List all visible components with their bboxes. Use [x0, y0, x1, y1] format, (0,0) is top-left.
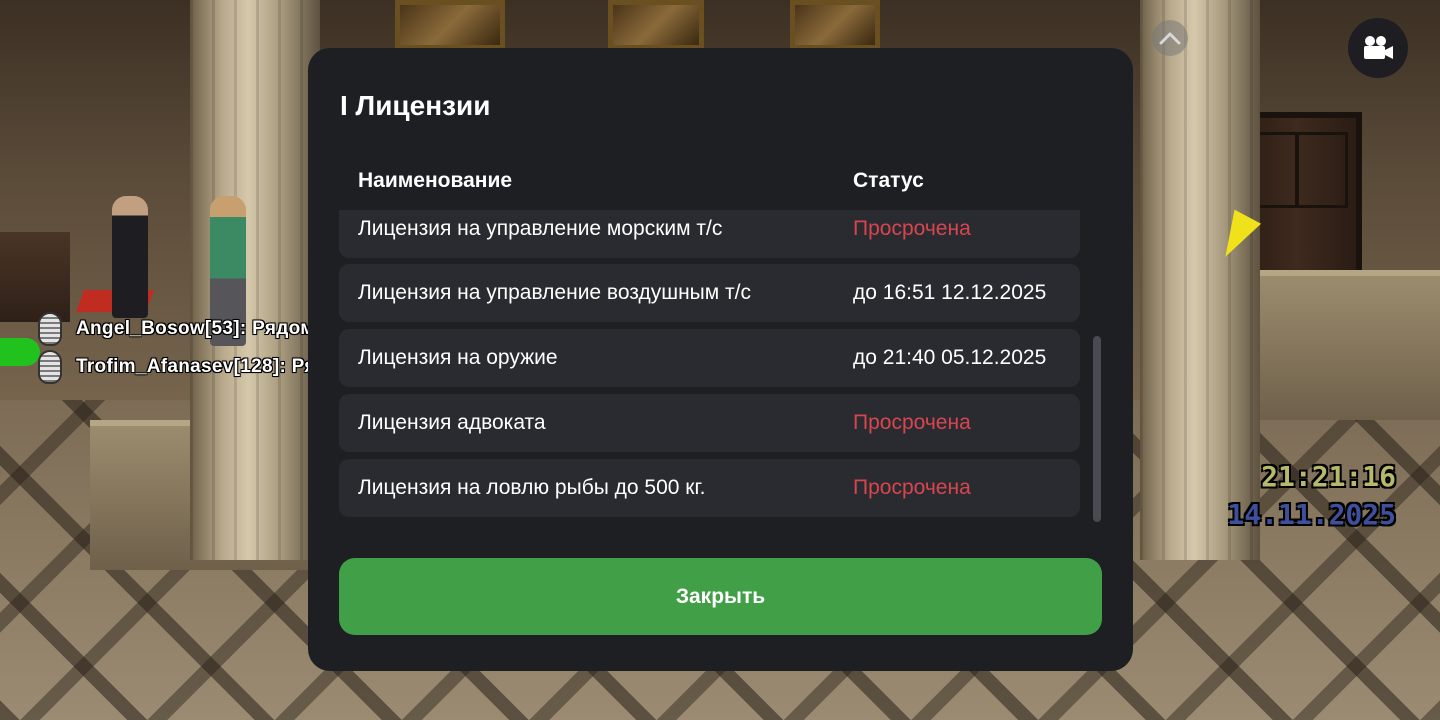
voice-chat-line: Trofim_Afanasev[128]: Ря: [38, 348, 316, 386]
license-row[interactable]: Лицензия на управление морским т/с Проср…: [339, 210, 1080, 258]
voice-chat-text: Angel_Bosow[53]: Рядом: [76, 318, 315, 339]
chevron-up-icon: [1159, 32, 1181, 45]
license-status: до 21:40 05.12.2025: [853, 346, 1047, 369]
license-row[interactable]: Лицензия на управление воздушным т/с до …: [339, 264, 1080, 322]
license-name: Лицензия на управление морским т/с: [358, 217, 723, 240]
pillar-base-right: [1240, 270, 1440, 420]
license-row[interactable]: Лицензия адвоката Просрочена: [339, 394, 1080, 452]
license-row[interactable]: Лицензия на оружие до 21:40 05.12.2025: [339, 329, 1080, 387]
dialog-title: I Лицензии: [340, 90, 491, 121]
license-name: Лицензия на ловлю рыбы до 500 кг.: [358, 476, 706, 499]
license-name: Лицензия на оружие: [358, 346, 558, 369]
voice-chat-line: Angel_Bosow[53]: Рядом: [38, 310, 316, 348]
scrollbar-thumb[interactable]: [1093, 336, 1101, 522]
desk: [0, 232, 70, 322]
license-status: Просрочена: [853, 217, 971, 240]
collapse-button[interactable]: [1152, 20, 1188, 56]
column-header-status: Статус: [853, 169, 924, 192]
license-list[interactable]: Лицензия на управление морским т/с Проср…: [339, 210, 1081, 528]
license-name: Лицензия на управление воздушным т/с: [358, 281, 751, 304]
voice-chat-list: Angel_Bosow[53]: Рядом Trofim_Afanasev[1…: [38, 310, 316, 386]
green-marker: [0, 338, 40, 366]
game-date: 14.11.2025: [1227, 498, 1396, 531]
microphone-icon: [38, 312, 62, 346]
license-row[interactable]: Лицензия на ловлю рыбы до 500 кг. Просро…: [339, 459, 1080, 517]
close-button[interactable]: Закрыть: [339, 558, 1102, 635]
license-name: Лицензия адвоката: [358, 411, 546, 434]
painting: [790, 0, 880, 50]
painting: [608, 0, 704, 50]
license-status: Просрочена: [853, 476, 971, 499]
licenses-dialog: I Лицензии Наименование Статус Лицензия …: [308, 48, 1133, 671]
player-character: [112, 196, 148, 318]
game-time: 21:21:16: [1261, 460, 1396, 493]
video-camera-icon: [1364, 36, 1393, 59]
microphone-icon: [38, 350, 62, 384]
voice-chat-text: Trofim_Afanasev[128]: Ря: [76, 356, 316, 377]
license-status: до 16:51 12.12.2025: [853, 281, 1047, 304]
scrollbar[interactable]: [1093, 210, 1101, 522]
pillar-right: [1140, 0, 1260, 560]
camera-button[interactable]: [1348, 18, 1408, 78]
painting: [395, 0, 505, 50]
column-header-name: Наименование: [358, 169, 513, 192]
license-status: Просрочена: [853, 411, 971, 434]
